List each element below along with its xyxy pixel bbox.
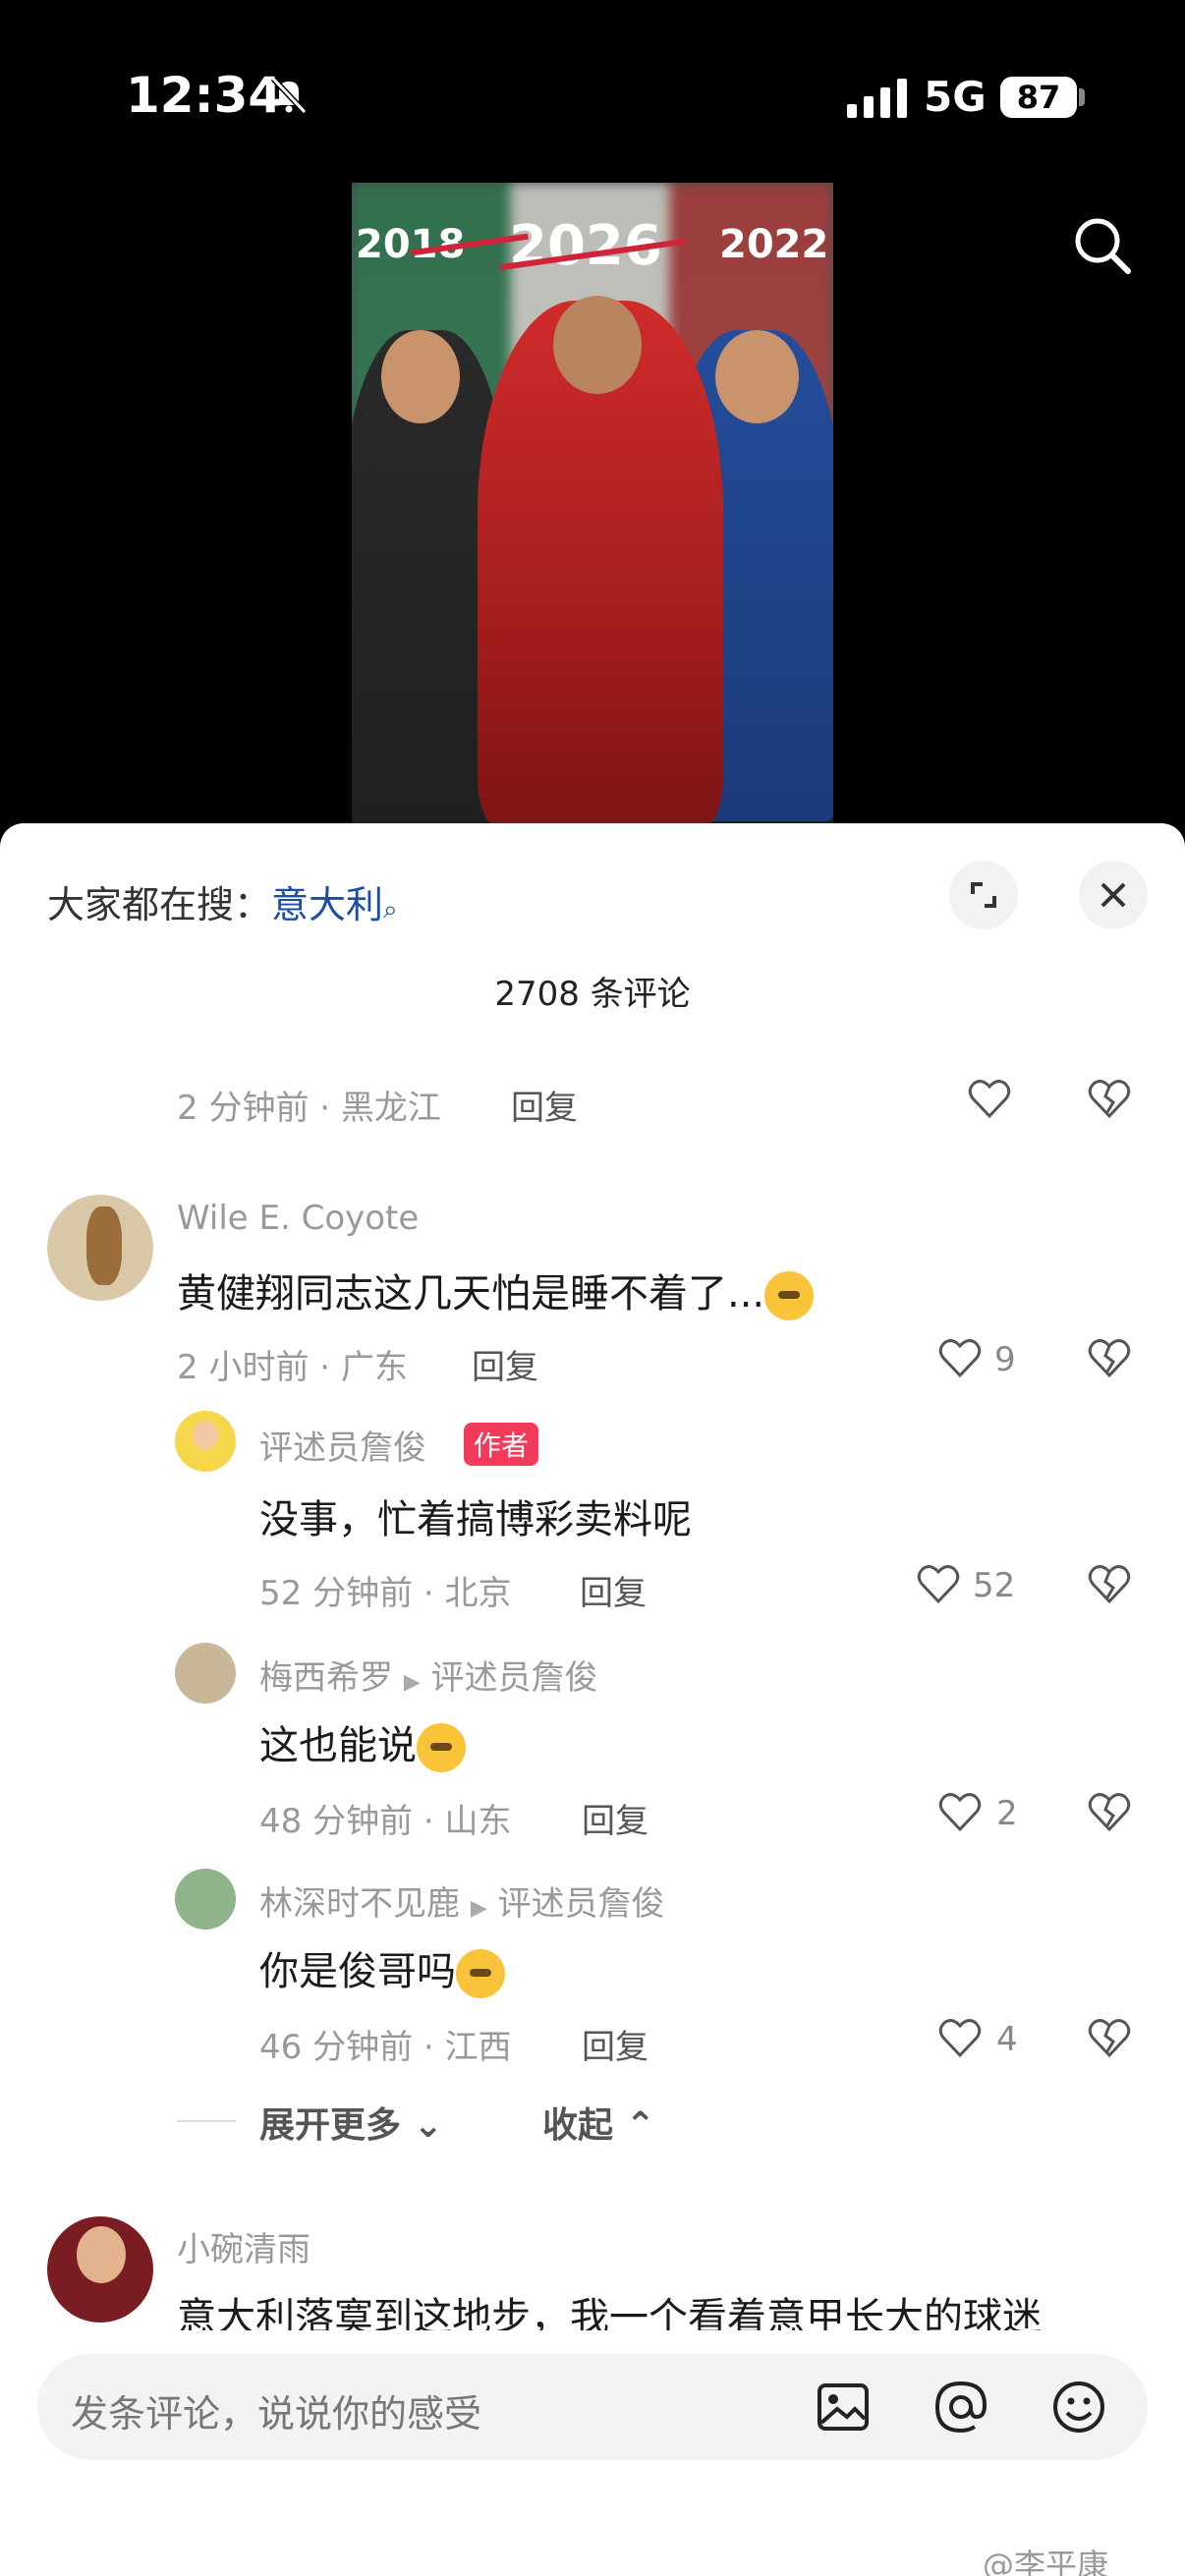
author-badge: 作者 xyxy=(464,1423,539,1466)
comment-text: 黄健翔同志这几天怕是睡不着了... xyxy=(177,1261,815,1320)
hot-search[interactable]: 大家都在搜：意大利⌕ xyxy=(47,874,398,928)
heart-icon[interactable] xyxy=(937,1790,983,1835)
comment-count: 2708 条评论 xyxy=(494,975,691,1014)
search-icon[interactable] xyxy=(1071,214,1134,277)
reply-button[interactable]: 回复 xyxy=(582,2020,649,2068)
like-count: 4 xyxy=(996,2020,1018,2059)
crying-emoji-icon xyxy=(764,1271,815,1320)
avatar[interactable] xyxy=(175,1643,236,1704)
hot-search-label: 大家都在搜： xyxy=(47,883,272,926)
close-icon xyxy=(1100,882,1126,908)
network-type: 5G xyxy=(924,73,987,121)
comment-meta: 2 分钟前 · 黑龙江 xyxy=(177,1089,441,1128)
avatar[interactable] xyxy=(175,1411,236,1472)
comment-text: 这也能说 xyxy=(259,1713,466,1772)
chevron-up-icon: ⌃ xyxy=(625,2105,655,2146)
comment-author[interactable]: 小碗清雨 xyxy=(177,2222,310,2270)
video-thumbnail[interactable]: 2018 2026 2022 xyxy=(352,183,833,823)
avatar[interactable] xyxy=(47,2216,153,2323)
dislike-icon[interactable] xyxy=(1087,1336,1132,1381)
reply-button[interactable]: 回复 xyxy=(472,1340,538,1388)
battery-icon: 87 xyxy=(1000,77,1077,118)
comment-meta: 52 分钟前 · 北京 xyxy=(259,1574,512,1613)
heart-icon[interactable] xyxy=(937,2016,983,2061)
dislike-icon[interactable] xyxy=(1087,2016,1132,2061)
year-label: 2022 xyxy=(719,222,829,267)
reply-arrow-icon: ▶ xyxy=(470,1896,487,1921)
search-small-icon: ⌕ xyxy=(383,895,398,924)
divider xyxy=(177,2120,236,2122)
player-head xyxy=(553,296,642,394)
comment-author: 梅西希罗 ▶ 评述员詹俊 xyxy=(259,1658,598,1698)
comment-meta: 46 分钟前 · 江西 xyxy=(259,2028,512,2067)
laughing-crying-emoji-icon xyxy=(417,1723,466,1772)
battery-tip xyxy=(1079,88,1085,106)
comment-author: 林深时不见鹿 ▶ 评述员詹俊 xyxy=(259,1884,665,1924)
dislike-icon[interactable] xyxy=(1087,1790,1132,1835)
dislike-icon[interactable] xyxy=(1087,1562,1132,1607)
comment-panel: 大家都在搜：意大利⌕ 2708 条评论 2 分钟前 · 黑龙江 回复 Wile … xyxy=(0,823,1185,2576)
status-time: 12:34 xyxy=(126,67,283,124)
expand-more-button[interactable]: 展开更多 ⌄ xyxy=(259,2097,443,2148)
close-button[interactable] xyxy=(1079,861,1148,929)
collapse-button[interactable]: 收起 ⌃ xyxy=(542,2097,655,2148)
comment-author[interactable]: Wile E. Coyote xyxy=(177,1199,419,1238)
like-count: 9 xyxy=(994,1340,1016,1379)
player-head xyxy=(381,330,460,423)
comment-text: 没事，忙着搞博彩卖料呢 xyxy=(259,1497,692,1542)
image-icon[interactable] xyxy=(810,2374,876,2440)
avatar[interactable] xyxy=(47,1195,153,1301)
dislike-icon[interactable] xyxy=(1087,1077,1132,1122)
comment-text: 你是俊哥吗 xyxy=(259,1939,505,1998)
status-bar: 12:34 5G 87 xyxy=(0,0,1185,187)
chevron-down-icon: ⌄ xyxy=(413,2105,443,2146)
reply-button[interactable]: 回复 xyxy=(580,1566,647,1614)
comment-input-placeholder: 发条评论，说说你的感受 xyxy=(71,2392,482,2436)
watermark: @李平康_ xyxy=(983,2547,1125,2576)
hot-search-keyword[interactable]: 意大利 xyxy=(271,883,383,926)
comment-meta: 2 小时前 · 广东 xyxy=(177,1348,408,1387)
heart-icon[interactable] xyxy=(937,1336,983,1381)
expand-panel-button[interactable] xyxy=(949,861,1018,929)
reply-button[interactable]: 回复 xyxy=(582,1794,649,1842)
comment-input[interactable]: 发条评论，说说你的感受 xyxy=(37,2354,1148,2460)
reply-button[interactable]: 回复 xyxy=(511,1081,578,1129)
player-head xyxy=(715,330,799,423)
pleading-emoji-icon xyxy=(456,1949,505,1998)
heart-icon[interactable] xyxy=(916,1562,961,1607)
like-count: 52 xyxy=(973,1566,1016,1605)
emoji-icon[interactable] xyxy=(1045,2374,1112,2440)
comment-meta: 48 分钟前 · 山东 xyxy=(259,1802,512,1841)
expand-icon xyxy=(971,882,996,908)
signal-icon xyxy=(847,79,907,118)
heart-icon[interactable] xyxy=(967,1077,1012,1122)
comment-author[interactable]: 评述员詹俊 xyxy=(259,1421,426,1469)
mention-icon[interactable] xyxy=(928,2374,994,2440)
reply-arrow-icon: ▶ xyxy=(403,1670,421,1695)
avatar[interactable] xyxy=(175,1869,236,1930)
like-count: 2 xyxy=(996,1794,1018,1833)
bell-muted-icon xyxy=(270,76,308,115)
